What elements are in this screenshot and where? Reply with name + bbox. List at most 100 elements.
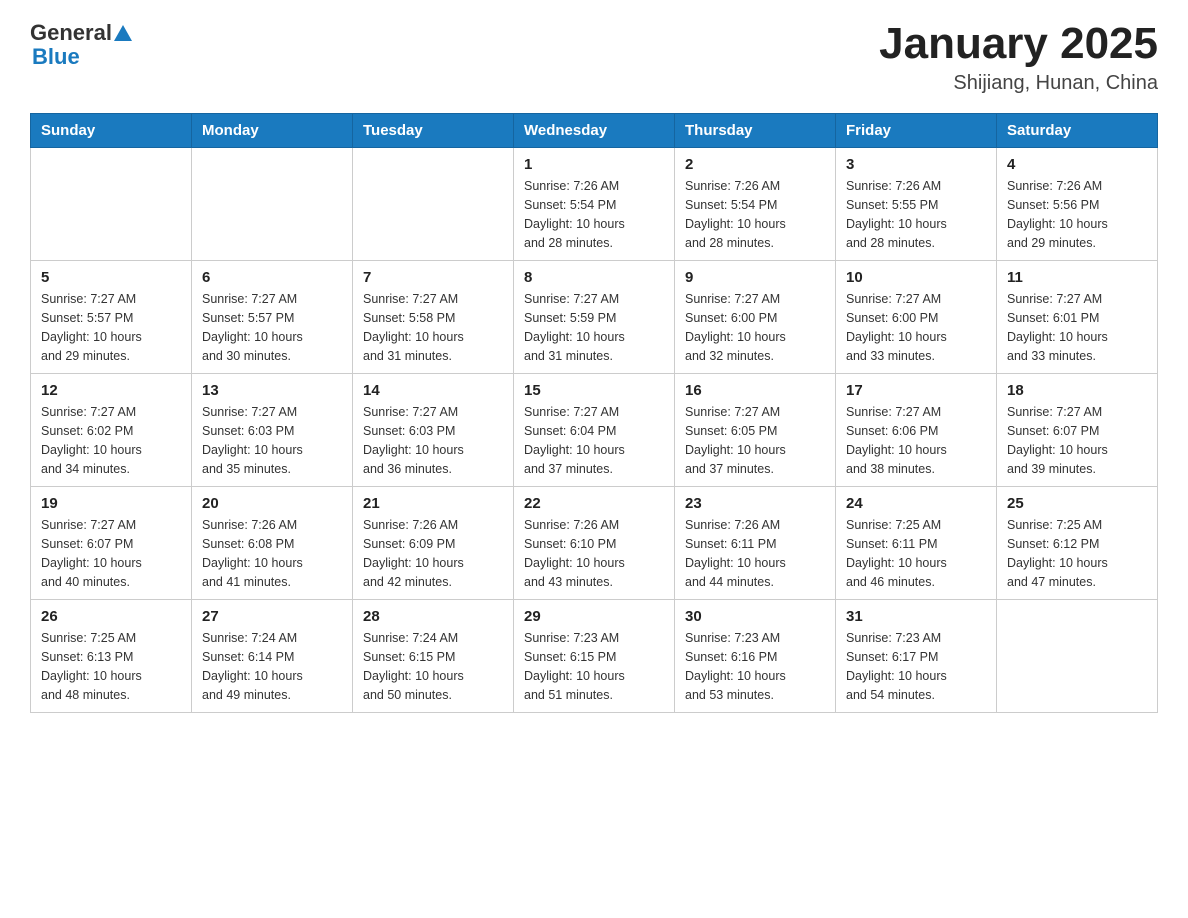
week-row-3: 12 Sunrise: 7:27 AM Sunset: 6:02 PM Dayli…: [31, 374, 1158, 487]
day-number: 4: [1007, 156, 1147, 173]
page-header: General Blue January 2025 Shijiang, Huna…: [30, 20, 1158, 95]
day-cell: 3 Sunrise: 7:26 AM Sunset: 5:55 PM Daylig…: [836, 148, 997, 261]
calendar-header-row: SundayMondayTuesdayWednesdayThursdayFrid…: [31, 114, 1158, 148]
day-info: Sunrise: 7:27 AM Sunset: 6:03 PM Dayligh…: [202, 403, 342, 478]
day-info: Sunrise: 7:27 AM Sunset: 6:07 PM Dayligh…: [1007, 403, 1147, 478]
day-info: Sunrise: 7:27 AM Sunset: 5:57 PM Dayligh…: [202, 290, 342, 365]
day-cell: 22Sunrise: 7:26 AM Sunset: 6:10 PM Dayli…: [514, 487, 675, 600]
day-cell: 6 Sunrise: 7:27 AM Sunset: 5:57 PM Daylig…: [192, 261, 353, 374]
logo: General Blue: [30, 20, 132, 70]
day-info: Sunrise: 7:26 AM Sunset: 6:10 PM Dayligh…: [524, 516, 664, 591]
day-number: 6: [202, 269, 342, 286]
day-info: Sunrise: 7:26 AM Sunset: 5:54 PM Dayligh…: [524, 177, 664, 252]
day-info: Sunrise: 7:25 AM Sunset: 6:11 PM Dayligh…: [846, 516, 986, 591]
day-info: Sunrise: 7:26 AM Sunset: 6:08 PM Dayligh…: [202, 516, 342, 591]
day-info: Sunrise: 7:26 AM Sunset: 5:54 PM Dayligh…: [685, 177, 825, 252]
day-number: 1: [524, 156, 664, 173]
day-number: 15: [524, 382, 664, 399]
day-info: Sunrise: 7:23 AM Sunset: 6:17 PM Dayligh…: [846, 629, 986, 704]
day-number: 5: [41, 269, 181, 286]
day-cell: 27 Sunrise: 7:24 AM Sunset: 6:14 PM Dayli…: [192, 600, 353, 713]
day-info: Sunrise: 7:27 AM Sunset: 6:06 PM Dayligh…: [846, 403, 986, 478]
day-number: 21: [363, 495, 503, 512]
day-info: Sunrise: 7:23 AM Sunset: 6:15 PM Dayligh…: [524, 629, 664, 704]
day-number: 7: [363, 269, 503, 286]
day-number: 26: [41, 608, 181, 625]
day-info: Sunrise: 7:25 AM Sunset: 6:12 PM Dayligh…: [1007, 516, 1147, 591]
day-cell: 12 Sunrise: 7:27 AM Sunset: 6:02 PM Dayli…: [31, 374, 192, 487]
day-cell: 5 Sunrise: 7:27 AM Sunset: 5:57 PM Daylig…: [31, 261, 192, 374]
day-info: Sunrise: 7:27 AM Sunset: 6:00 PM Dayligh…: [685, 290, 825, 365]
day-info: Sunrise: 7:27 AM Sunset: 6:04 PM Dayligh…: [524, 403, 664, 478]
day-number: 16: [685, 382, 825, 399]
day-info: Sunrise: 7:27 AM Sunset: 6:00 PM Dayligh…: [846, 290, 986, 365]
day-cell: 21 Sunrise: 7:26 AM Sunset: 6:09 PM Dayli…: [353, 487, 514, 600]
calendar-subtitle: Shijiang, Hunan, China: [879, 72, 1158, 95]
day-number: 3: [846, 156, 986, 173]
day-cell: 14 Sunrise: 7:27 AM Sunset: 6:03 PM Dayli…: [353, 374, 514, 487]
day-number: 10: [846, 269, 986, 286]
calendar-title: January 2025: [879, 20, 1158, 68]
day-info: Sunrise: 7:23 AM Sunset: 6:16 PM Dayligh…: [685, 629, 825, 704]
col-header-friday: Friday: [836, 114, 997, 148]
day-cell: 15 Sunrise: 7:27 AM Sunset: 6:04 PM Dayli…: [514, 374, 675, 487]
day-cell: 8Sunrise: 7:27 AM Sunset: 5:59 PM Daylig…: [514, 261, 675, 374]
day-cell: 10 Sunrise: 7:27 AM Sunset: 6:00 PM Dayli…: [836, 261, 997, 374]
day-number: 23: [685, 495, 825, 512]
day-cell: 26 Sunrise: 7:25 AM Sunset: 6:13 PM Dayli…: [31, 600, 192, 713]
day-cell: 11 Sunrise: 7:27 AM Sunset: 6:01 PM Dayli…: [997, 261, 1158, 374]
day-cell: 2 Sunrise: 7:26 AM Sunset: 5:54 PM Daylig…: [675, 148, 836, 261]
day-cell: 19 Sunrise: 7:27 AM Sunset: 6:07 PM Dayli…: [31, 487, 192, 600]
logo-general-text: General: [30, 20, 112, 46]
day-cell: 17Sunrise: 7:27 AM Sunset: 6:06 PM Dayli…: [836, 374, 997, 487]
col-header-wednesday: Wednesday: [514, 114, 675, 148]
day-number: 14: [363, 382, 503, 399]
day-info: Sunrise: 7:26 AM Sunset: 6:09 PM Dayligh…: [363, 516, 503, 591]
week-row-1: 1 Sunrise: 7:26 AM Sunset: 5:54 PM Daylig…: [31, 148, 1158, 261]
day-cell: 20 Sunrise: 7:26 AM Sunset: 6:08 PM Dayli…: [192, 487, 353, 600]
day-number: 18: [1007, 382, 1147, 399]
day-info: Sunrise: 7:27 AM Sunset: 6:07 PM Dayligh…: [41, 516, 181, 591]
day-info: Sunrise: 7:27 AM Sunset: 5:57 PM Dayligh…: [41, 290, 181, 365]
day-cell: 25 Sunrise: 7:25 AM Sunset: 6:12 PM Dayli…: [997, 487, 1158, 600]
day-info: Sunrise: 7:27 AM Sunset: 6:02 PM Dayligh…: [41, 403, 181, 478]
day-number: 12: [41, 382, 181, 399]
day-info: Sunrise: 7:25 AM Sunset: 6:13 PM Dayligh…: [41, 629, 181, 704]
day-info: Sunrise: 7:27 AM Sunset: 6:01 PM Dayligh…: [1007, 290, 1147, 365]
day-number: 2: [685, 156, 825, 173]
day-number: 19: [41, 495, 181, 512]
day-cell: 28Sunrise: 7:24 AM Sunset: 6:15 PM Dayli…: [353, 600, 514, 713]
day-number: 11: [1007, 269, 1147, 286]
day-number: 30: [685, 608, 825, 625]
day-cell: [997, 600, 1158, 713]
logo-triangle-icon: [114, 24, 132, 42]
day-cell: 31 Sunrise: 7:23 AM Sunset: 6:17 PM Dayli…: [836, 600, 997, 713]
col-header-monday: Monday: [192, 114, 353, 148]
calendar-table: SundayMondayTuesdayWednesdayThursdayFrid…: [30, 113, 1158, 713]
day-info: Sunrise: 7:24 AM Sunset: 6:15 PM Dayligh…: [363, 629, 503, 704]
day-number: 29: [524, 608, 664, 625]
day-cell: [192, 148, 353, 261]
day-info: Sunrise: 7:24 AM Sunset: 6:14 PM Dayligh…: [202, 629, 342, 704]
day-cell: 9 Sunrise: 7:27 AM Sunset: 6:00 PM Daylig…: [675, 261, 836, 374]
day-number: 31: [846, 608, 986, 625]
day-number: 20: [202, 495, 342, 512]
day-cell: 29 Sunrise: 7:23 AM Sunset: 6:15 PM Dayli…: [514, 600, 675, 713]
logo-line1: General: [30, 20, 132, 46]
day-info: Sunrise: 7:26 AM Sunset: 5:56 PM Dayligh…: [1007, 177, 1147, 252]
col-header-tuesday: Tuesday: [353, 114, 514, 148]
col-header-sunday: Sunday: [31, 114, 192, 148]
day-number: 9: [685, 269, 825, 286]
title-block: January 2025 Shijiang, Hunan, China: [879, 20, 1158, 95]
day-cell: [31, 148, 192, 261]
day-cell: [353, 148, 514, 261]
day-cell: 4 Sunrise: 7:26 AM Sunset: 5:56 PM Daylig…: [997, 148, 1158, 261]
day-info: Sunrise: 7:26 AM Sunset: 5:55 PM Dayligh…: [846, 177, 986, 252]
day-info: Sunrise: 7:27 AM Sunset: 5:59 PM Dayligh…: [524, 290, 664, 365]
day-cell: 23Sunrise: 7:26 AM Sunset: 6:11 PM Dayli…: [675, 487, 836, 600]
day-number: 27: [202, 608, 342, 625]
day-cell: 1 Sunrise: 7:26 AM Sunset: 5:54 PM Daylig…: [514, 148, 675, 261]
day-info: Sunrise: 7:27 AM Sunset: 6:03 PM Dayligh…: [363, 403, 503, 478]
day-number: 25: [1007, 495, 1147, 512]
col-header-saturday: Saturday: [997, 114, 1158, 148]
